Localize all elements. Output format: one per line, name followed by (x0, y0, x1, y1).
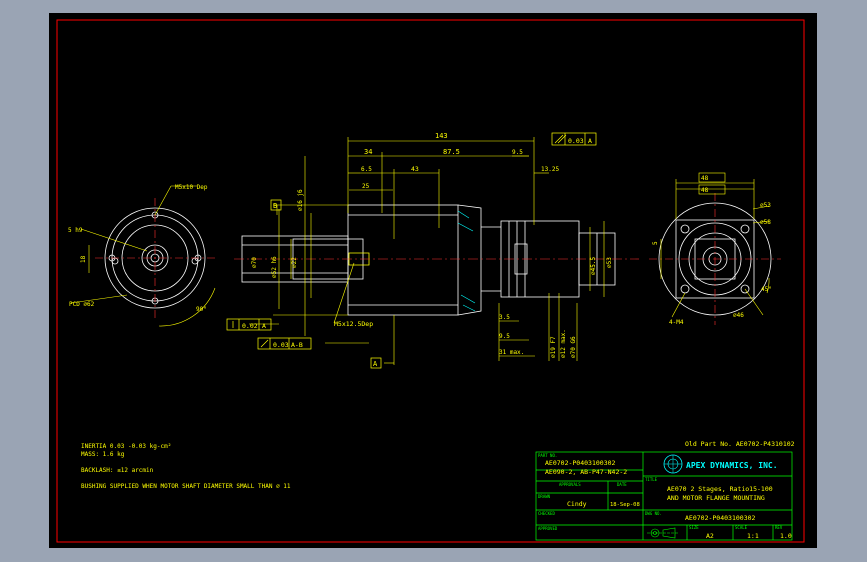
title-line-1: AE070 2 Stages, Ratio15-100 (667, 485, 773, 493)
dim-87-5: 87.5 (443, 148, 460, 156)
dim-dia-53r: ⌀53 (760, 202, 771, 209)
flatness-value: 0.03 (568, 137, 584, 145)
dim-5r: 5 (652, 241, 659, 245)
dim-sq-48b: 48 (701, 187, 709, 194)
dim-3-5: 3.5 (499, 314, 510, 321)
keyway-label: 5 h9 (68, 227, 83, 234)
size-value: A2 (706, 532, 714, 540)
left-centerlines (95, 198, 215, 318)
note-mass: MASS: 1.6 kg (81, 451, 125, 458)
angle-90: 90° (196, 306, 207, 313)
dwg-no-label: DWG NO. (645, 511, 662, 516)
dwg-no: AE0702-P0403100302 (685, 514, 756, 522)
company-name: APEX DYNAMICS, INC. (686, 461, 778, 470)
dim-dia-58r: ⌀58 (760, 219, 771, 226)
title-label: TITLE (645, 477, 658, 482)
dim-dia-46r: ⌀46 (733, 312, 744, 319)
dim-dia-16: ⌀16 j6 (297, 189, 304, 211)
dim-6-5: 6.5 (361, 166, 372, 173)
approved-label: APPROVED (538, 526, 558, 531)
dim-dia-22: ⌀22 (291, 257, 298, 268)
projection-symbol-icon (647, 527, 679, 539)
rev-value: 1.0 (780, 532, 792, 540)
dim-dia-53: ⌀53 (606, 257, 613, 268)
dim-dia-45-5: ⌀45.5 (590, 257, 597, 275)
company-logo: APEX DYNAMICS, INC. (663, 454, 778, 474)
dim-9-5: 9.5 (512, 149, 523, 156)
note-bushing: BUSHING SUPPLIED WHEN MOTOR SHAFT DIAMET… (81, 483, 291, 490)
dim-13-25: 13.25 (541, 166, 559, 173)
thread-4-m4: 4-M4 (669, 319, 684, 326)
scale-label: SCALE (735, 525, 748, 530)
dim-43: 43 (411, 165, 419, 173)
concentric-ref: A-B (291, 341, 303, 349)
dim-34: 34 (364, 148, 372, 156)
note-backlash: BACKLASH: ≤12 arcmin (81, 467, 154, 474)
dim-18: 18 (80, 255, 87, 263)
approvals-label: APPROVALS (559, 482, 581, 487)
dim-dia-12max: ⌀12 max. (560, 329, 567, 358)
datum-b: B (273, 202, 277, 210)
rev-label: REV (775, 525, 783, 530)
dim-dia-19: ⌀19 F7 (550, 336, 557, 358)
datum-a: A (373, 360, 378, 368)
old-part-number: Old Part No. AE0702-P4310102 (685, 440, 795, 448)
dim-dia-70g6: ⌀70 G6 (570, 336, 577, 358)
drawn-by: Cindy (567, 500, 587, 508)
dim-dia-70: ⌀70 (251, 257, 258, 268)
note-inertia: INERTIA 0.03 -0.03 kg-cm² (81, 443, 171, 450)
dim-sq-48: 48 (701, 175, 709, 182)
drawing-sheet: M5x10 Dep 5 h9 18 PCD ⌀62 90° 0.03 A 0.0… (56, 19, 805, 543)
size-label: SIZE (689, 525, 699, 530)
dim-9-5b: 9.5 (499, 333, 510, 340)
title-line-2: AND MOTOR FLANGE MOUNTING (667, 494, 765, 502)
part-no-1: AE0702-P0403100302 (545, 459, 616, 467)
dim-overall-length: 143 (435, 132, 448, 140)
right-centerlines (649, 193, 781, 325)
drawn-label: DRAWN (538, 494, 551, 499)
flatness-ref: A (588, 137, 592, 145)
pcd-label: PCD ⌀62 (69, 301, 95, 308)
part-no-label: PART NO. (538, 453, 557, 458)
runout-ref: A (262, 322, 266, 330)
date-label: DATE (617, 482, 627, 487)
drawn-date: 18-Sep-08 (610, 502, 640, 508)
angle-45: 45° (761, 286, 772, 293)
cad-viewport: M5x10 Dep 5 h9 18 PCD ⌀62 90° 0.03 A 0.0… (49, 13, 817, 548)
part-no-2: AE090-2, AB-P47-N42-2 (545, 468, 627, 476)
scale-value: 1:1 (747, 532, 759, 540)
checked-label: CHECKED (538, 511, 555, 516)
dim-25: 25 (362, 183, 370, 190)
runout-value: 0.02 (242, 322, 258, 330)
dim-31max: 31 max. (499, 349, 524, 356)
left-thread-label: M5x10 Dep (175, 184, 208, 191)
thread-m5-label: M5x12.5Dep (334, 320, 373, 328)
dim-dia-52: ⌀52 h6 (271, 256, 278, 278)
concentric-value: 0.03 (273, 341, 289, 349)
section-hatch (457, 210, 476, 312)
